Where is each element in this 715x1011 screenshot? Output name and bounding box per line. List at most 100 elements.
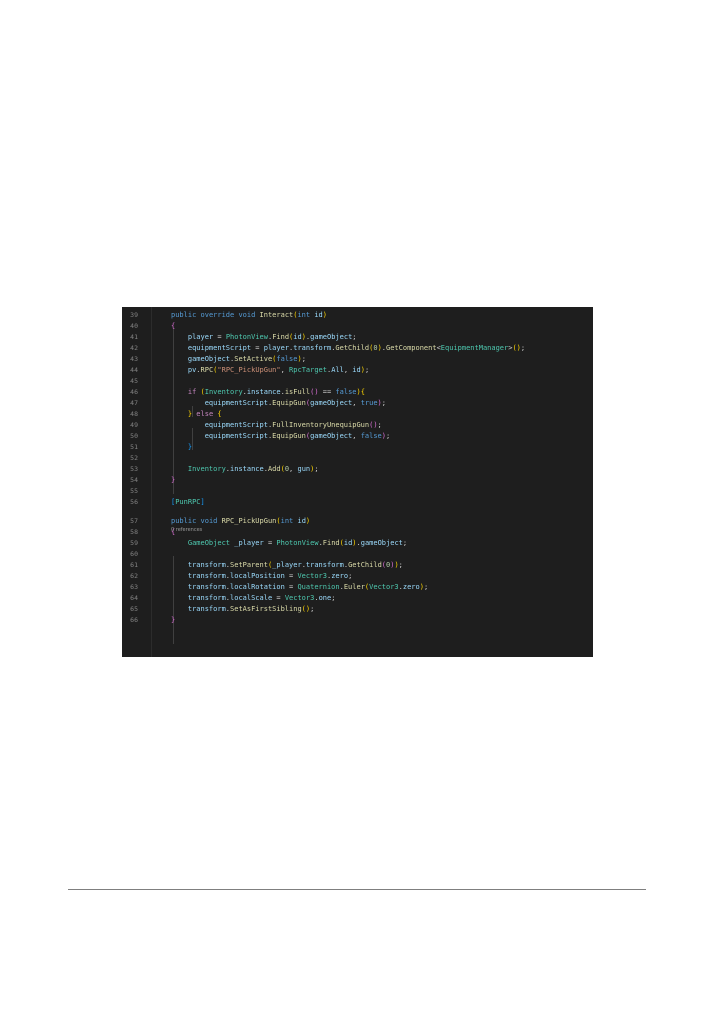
code-line[interactable]: 61 transform.SetParent(_player.transform… <box>122 560 593 571</box>
code-line[interactable]: 42 equipmentScript = player.transform.Ge… <box>122 343 593 354</box>
line-number: 49 <box>130 421 138 429</box>
code-line[interactable]: 60 <box>122 549 593 560</box>
line-number: 55 <box>130 487 138 495</box>
line-number: 65 <box>130 605 138 613</box>
code-line[interactable]: 51 } <box>122 442 593 453</box>
line-number: 44 <box>130 366 138 374</box>
code-line[interactable]: 54} <box>122 475 593 486</box>
code-token: equipmentScript <box>204 399 268 407</box>
code-token: transform <box>187 583 226 591</box>
code-token: , <box>352 399 361 407</box>
line-number: 59 <box>130 539 138 547</box>
code-line[interactable]: 53 Inventory.instance.Add(0, gun); <box>122 464 593 475</box>
code-token: ; <box>402 539 408 547</box>
code-token: ; <box>377 421 382 429</box>
code-token: ; <box>310 605 315 613</box>
footnote-rule <box>68 889 646 890</box>
code-token: SetAsFirstSibling <box>230 605 302 613</box>
code-line[interactable]: 64 transform.localScale = Vector3.one; <box>122 593 593 604</box>
code-token: SetParent <box>230 561 268 569</box>
line-number: 64 <box>130 594 138 602</box>
code-token: transform <box>293 344 332 352</box>
code-line[interactable]: 46 if (Inventory.instance.isFull() == fa… <box>122 387 593 398</box>
code-line[interactable]: 59 GameObject _player = PhotonView.Find(… <box>122 538 593 549</box>
code-text: transform.SetParent(_player.transform.Ge… <box>171 560 403 571</box>
code-token: zero <box>402 583 420 591</box>
code-token: transform <box>187 561 226 569</box>
code-text: transform.localPosition = Vector3.zero; <box>171 571 352 582</box>
code-token: Inventory <box>204 388 243 396</box>
code-token: gameObject <box>360 539 403 547</box>
code-line[interactable]: 48 } else { <box>122 409 593 420</box>
code-line[interactable]: 56 [PunRPC] <box>122 497 593 508</box>
code-line[interactable]: 47 equipmentScript.EquipGun(gameObject, … <box>122 398 593 409</box>
code-token: = <box>272 594 285 602</box>
code-text: } else { <box>171 409 222 420</box>
code-token: = <box>251 344 264 352</box>
code-text: equipmentScript = player.transform.GetCh… <box>171 343 525 354</box>
code-token: GameObject <box>187 539 231 547</box>
code-token: equipmentScript <box>187 344 252 352</box>
code-line[interactable]: 44 pv.RPC("RPC_PickUpGun", RpcTarget.All… <box>122 365 593 376</box>
code-line[interactable]: 39 public override void Interact(int id) <box>122 310 593 321</box>
code-editor[interactable]: 39 public override void Interact(int id) 4… <box>122 307 593 657</box>
code-line[interactable]: 66} <box>122 615 593 626</box>
line-number: 52 <box>130 454 138 462</box>
code-token: transform <box>187 572 226 580</box>
code-text: [PunRPC] <box>171 497 205 508</box>
code-token: transform <box>187 594 226 602</box>
code-line[interactable]: 63 transform.localRotation = Quaternion.… <box>122 582 593 593</box>
code-token: { <box>217 410 222 418</box>
code-line[interactable]: 65 transform.SetAsFirstSibling(); <box>122 604 593 615</box>
code-line[interactable]: 62 transform.localPosition = Vector3.zer… <box>122 571 593 582</box>
code-token: Quaternion <box>297 583 340 591</box>
codelens-references[interactable]: 0 references <box>171 526 202 534</box>
line-number: 58 <box>130 528 138 536</box>
line-number: 62 <box>130 572 138 580</box>
code-token: public <box>171 517 197 525</box>
code-text: public override void Interact(int id) <box>171 310 327 321</box>
code-token: EquipGun <box>272 432 306 440</box>
code-token: false <box>335 388 357 396</box>
code-line[interactable]: 45 <box>122 376 593 387</box>
code-token: false <box>276 355 298 363</box>
code-token: one <box>318 594 332 602</box>
code-token: Vector3 <box>369 583 399 591</box>
line-number: 53 <box>130 465 138 473</box>
code-line[interactable]: 49 equipmentScript.FullInventoryUnequipG… <box>122 420 593 431</box>
code-token: int <box>297 311 311 319</box>
code-token: localPosition <box>230 572 285 580</box>
code-token: void <box>238 311 256 319</box>
line-number: 40 <box>130 322 138 330</box>
line-number: 41 <box>130 333 138 341</box>
code-token: gameObject <box>310 399 353 407</box>
code-token: id <box>297 517 306 525</box>
line-number: 47 <box>130 399 138 407</box>
code-token: SetActive <box>234 355 273 363</box>
code-token: void <box>200 517 218 525</box>
code-token: , <box>280 366 290 374</box>
code-line[interactable]: 50 equipmentScript.EquipGun(gameObject, … <box>122 431 593 442</box>
code-token: ; <box>348 572 353 580</box>
code-token: All <box>331 366 344 374</box>
code-token: player <box>263 344 290 352</box>
code-token: RPC <box>200 366 214 374</box>
code-line[interactable]: 41 player = PhotonView.Find(id).gameObje… <box>122 332 593 343</box>
code-line[interactable]: 43 gameObject.SetActive(false); <box>122 354 593 365</box>
code-token: gun <box>297 465 311 473</box>
code-text: transform.SetAsFirstSibling(); <box>171 604 314 615</box>
code-token: } <box>171 476 176 484</box>
code-line[interactable]: 55 <box>122 486 593 497</box>
line-number: 61 <box>130 561 138 569</box>
code-line[interactable]: 52 <box>122 453 593 464</box>
code-text: } <box>171 442 192 453</box>
code-line[interactable]: 40 { <box>122 321 593 332</box>
code-text: transform.localRotation = Quaternion.Eul… <box>171 582 428 593</box>
